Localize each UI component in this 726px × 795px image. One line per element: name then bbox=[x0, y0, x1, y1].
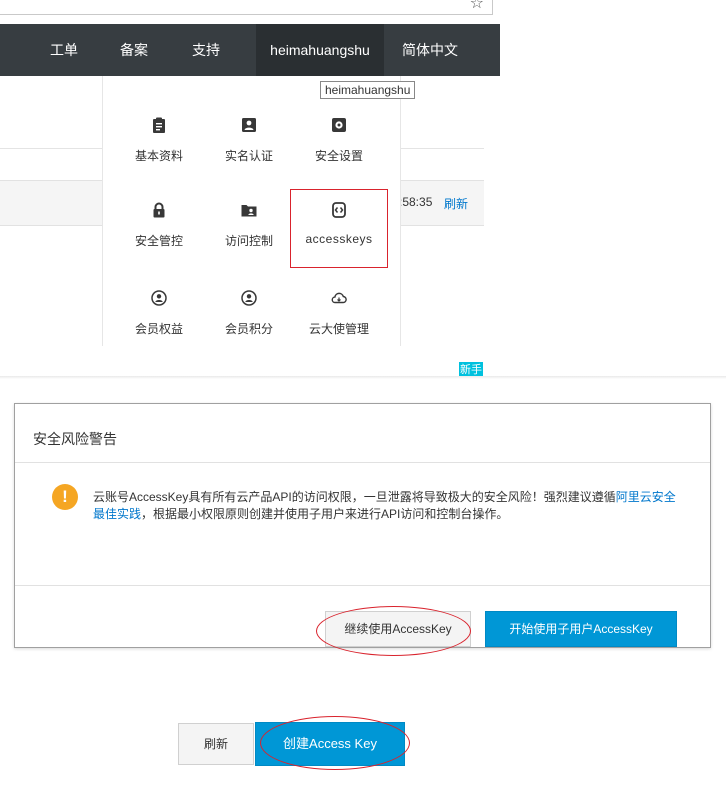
annotation-highlight-box bbox=[290, 189, 388, 268]
warning-message: 云账号AccessKey具有所有云产品API的访问权限，一旦泄露将导致极大的安全… bbox=[93, 489, 681, 523]
menu-item-basic-info[interactable]: 基本资料 bbox=[114, 117, 204, 164]
warning-text: 云账号AccessKey具有所有云产品API的访问权限，一旦泄露将导致极大的安全… bbox=[93, 490, 616, 504]
nav-item-user-account[interactable]: heimahuangshu bbox=[256, 24, 384, 76]
folder-user-icon bbox=[241, 205, 257, 217]
id-card-icon bbox=[242, 118, 256, 132]
annotation-ellipse bbox=[260, 716, 410, 770]
menu-item-security-settings[interactable]: 安全设置 bbox=[294, 117, 384, 164]
timestamp-text: :58:35 bbox=[399, 195, 433, 209]
member-points-icon bbox=[241, 290, 257, 306]
menu-label: 会员积分 bbox=[224, 322, 273, 336]
use-subuser-accesskey-button[interactable]: 开始使用子用户AccessKey bbox=[485, 611, 677, 647]
section-divider bbox=[0, 376, 726, 379]
menu-item-security-control[interactable]: 安全管控 bbox=[114, 202, 204, 249]
new-user-badge[interactable]: 新手 bbox=[459, 362, 483, 376]
warning-icon: ! bbox=[52, 484, 78, 510]
refresh-link[interactable]: 刷新 bbox=[444, 195, 468, 212]
refresh-button[interactable]: 刷新 bbox=[178, 723, 254, 765]
nav-item-ticket[interactable]: 工单 bbox=[40, 24, 88, 76]
annotation-ellipse bbox=[316, 606, 471, 656]
menu-label: 实名认证 bbox=[224, 149, 273, 163]
browser-address-bar: ☆ bbox=[0, 0, 493, 15]
menu-item-member-points[interactable]: 会员积分 bbox=[204, 290, 294, 337]
lock-icon bbox=[153, 202, 165, 218]
menu-label: 安全管控 bbox=[134, 234, 183, 248]
menu-item-member-benefits[interactable]: 会员权益 bbox=[114, 290, 204, 337]
nav-item-icp-filing[interactable]: 备案 bbox=[110, 24, 158, 76]
dialog-footer-divider bbox=[15, 585, 710, 586]
dialog-divider bbox=[15, 462, 710, 463]
console-top-nav: 工单 备案 支持 heimahuangshu 简体中文 bbox=[0, 24, 500, 76]
clipboard-icon bbox=[153, 117, 165, 133]
dialog-title: 安全风险警告 bbox=[33, 431, 117, 447]
menu-label: 访问控制 bbox=[224, 234, 273, 248]
menu-label: 云大使管理 bbox=[308, 322, 369, 336]
menu-label: 会员权益 bbox=[134, 322, 183, 336]
warning-text: ，根据最小权限原则创建并使用子用户来进行API访问和控制台操作。 bbox=[141, 507, 509, 521]
cloud-icon bbox=[331, 292, 347, 304]
menu-item-access-control[interactable]: 访问控制 bbox=[204, 202, 294, 249]
nav-item-language[interactable]: 简体中文 bbox=[392, 24, 468, 76]
gear-icon bbox=[332, 118, 346, 132]
member-icon bbox=[151, 290, 167, 306]
menu-item-cloud-ambassador[interactable]: 云大使管理 bbox=[294, 290, 384, 337]
username-tooltip: heimahuangshu bbox=[320, 81, 416, 99]
menu-label: 安全设置 bbox=[314, 149, 363, 163]
menu-label: 基本资料 bbox=[134, 149, 183, 163]
nav-item-support[interactable]: 支持 bbox=[182, 24, 230, 76]
bookmark-star-icon[interactable]: ☆ bbox=[470, 0, 484, 14]
menu-item-real-name-auth[interactable]: 实名认证 bbox=[204, 117, 294, 164]
